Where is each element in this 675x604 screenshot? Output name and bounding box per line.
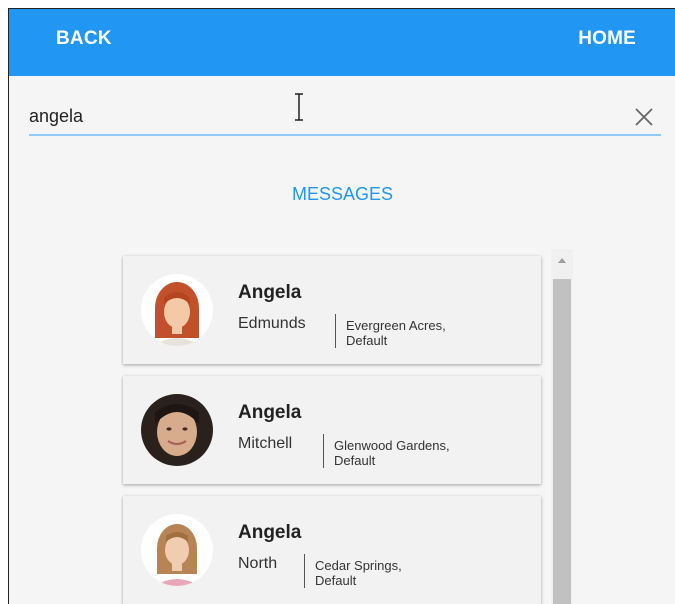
location-name: Glenwood Gardens, <box>334 438 450 453</box>
contact-card[interactable]: Angela Edmunds Evergreen Acres, Default <box>123 256 541 364</box>
search-input[interactable] <box>29 104 589 128</box>
contact-list: Angela Edmunds Evergreen Acres, Default <box>121 249 576 604</box>
location-group: Default <box>334 453 376 468</box>
divider <box>304 554 305 588</box>
contact-first-name: Angela <box>238 402 302 423</box>
contact-location: Evergreen Acres, Default <box>346 318 446 348</box>
search-bar <box>29 92 661 136</box>
avatar <box>141 514 213 586</box>
contact-first-name: Angela <box>238 282 302 303</box>
scroll-up-icon[interactable] <box>551 249 573 271</box>
contact-last-name: Mitchell <box>238 435 293 452</box>
contact-location: Glenwood Gardens, Default <box>334 438 450 468</box>
messages-link[interactable]: MESSAGES <box>9 184 675 205</box>
contact-last-name: Edmunds <box>238 315 306 332</box>
location-name: Evergreen Acres, <box>346 318 446 333</box>
location-group: Default <box>346 333 388 348</box>
contact-card[interactable]: Angela Mitchell Glenwood Gardens, Defaul… <box>123 376 541 484</box>
top-bar: BACK HOME <box>9 9 675 76</box>
text-cursor-icon <box>295 93 303 121</box>
divider <box>323 434 324 468</box>
home-button[interactable]: HOME <box>578 28 636 50</box>
app-frame: BACK HOME MESSAGES <box>8 8 675 604</box>
avatar <box>141 394 213 466</box>
location-group: Default <box>315 573 357 588</box>
location-name: Cedar Springs, <box>315 558 402 573</box>
contact-card[interactable]: Angela North Cedar Springs, Default <box>123 496 541 604</box>
back-button[interactable]: BACK <box>56 28 112 50</box>
avatar <box>141 274 213 346</box>
contact-location: Cedar Springs, Default <box>315 558 402 588</box>
divider <box>335 314 336 348</box>
contact-last-name: North <box>238 555 278 572</box>
scrollbar[interactable] <box>551 249 573 604</box>
close-icon[interactable] <box>633 106 655 128</box>
contact-first-name: Angela <box>238 522 302 543</box>
scrollbar-thumb[interactable] <box>553 279 571 604</box>
